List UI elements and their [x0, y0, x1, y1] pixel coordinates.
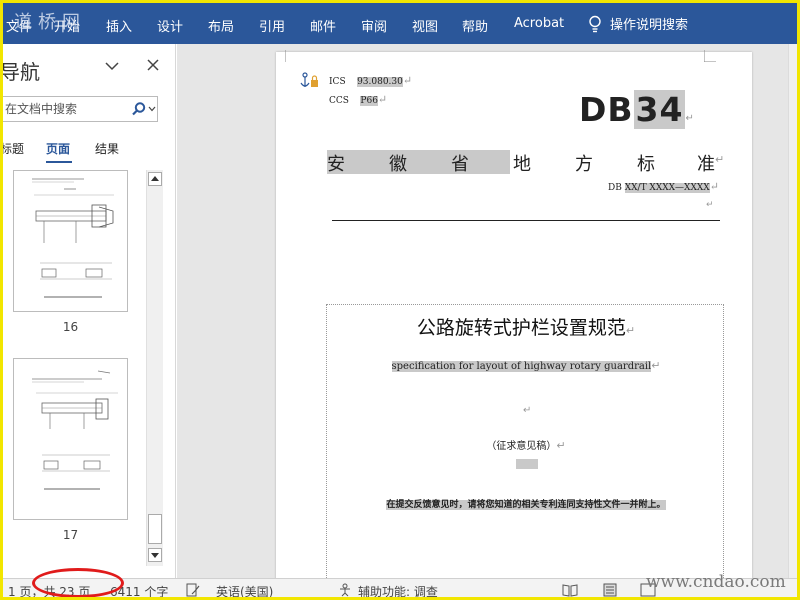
search-icon[interactable] [131, 101, 147, 117]
title-english: specification for layout of highway rota… [327, 359, 725, 372]
thumbnail-drawing [32, 178, 114, 298]
navigation-pane: 导航 标题 页面 结果 [0, 44, 176, 578]
search-input[interactable] [5, 100, 125, 118]
page-number-16: 16 [62, 320, 79, 334]
tab-view[interactable]: 视图 [412, 16, 438, 35]
tab-review[interactable]: 审阅 [361, 16, 387, 35]
notice-text: 在提交反馈意见时，请将您知道的相关专利连同支持性文件一并附上。 [386, 500, 666, 510]
std-prefix: DB [608, 183, 622, 193]
document-vertical-scrollbar[interactable] [788, 44, 800, 578]
page-thumbnail-16[interactable] [13, 170, 128, 312]
language-status[interactable]: 英语(美国) [216, 583, 273, 600]
nav-tabs: 标题 页面 结果 [0, 140, 176, 163]
scroll-up-button[interactable] [148, 172, 162, 186]
tab-pages[interactable]: 页面 [46, 140, 70, 157]
arrow-down-icon [151, 553, 159, 558]
ics-value: 93.080.30 [357, 77, 403, 87]
province-char: 准 [697, 154, 715, 175]
ccs-line: CCS P66↵ [329, 93, 387, 106]
tab-help[interactable]: 帮助 [462, 16, 488, 35]
ics-line: ICS 93.080.30↵ [329, 74, 412, 87]
active-tab-indicator [46, 161, 72, 163]
patent-notice: 在提交反馈意见时，请将您知道的相关专利连同支持性文件一并附上。 [327, 497, 725, 510]
tab-layout[interactable]: 布局 [208, 16, 234, 35]
arrow-up-icon [151, 176, 159, 181]
scroll-thumb[interactable] [148, 514, 162, 544]
tab-headings[interactable]: 标题 [0, 140, 24, 157]
accessibility-icon [340, 583, 350, 597]
site-watermark: www.cndao.com [646, 572, 786, 592]
tab-insert[interactable]: 插入 [106, 16, 132, 35]
tab-references[interactable]: 引用 [259, 16, 285, 35]
std-number: XX/T XXXX—XXXX [624, 183, 710, 193]
paragraph-mark: ↵ [651, 359, 661, 372]
ccs-label: CCS [329, 96, 349, 106]
thumbnail-drawing [32, 370, 118, 490]
db-prefix: DB [579, 90, 634, 129]
document-area: ICS 93.080.30↵ CCS P66↵ DB34 ↵ 安 徽 省 地 方 … [177, 44, 800, 578]
province-char: 安 [327, 154, 345, 175]
header-rule [332, 220, 720, 221]
province-char: 标 [637, 154, 655, 175]
province-char: 省 [451, 154, 469, 175]
print-layout-icon[interactable] [602, 583, 618, 597]
proofing-icon[interactable] [186, 583, 200, 597]
ribbon: 文件 开始 插入 设计 布局 引用 邮件 审阅 视图 帮助 Acrobat 操作… [0, 0, 800, 44]
title-cn-text: 公路旋转式护栏设置规范 [416, 317, 626, 339]
lightbulb-icon [589, 15, 601, 32]
nav-search-box [0, 96, 158, 122]
title-textbox[interactable]: 公路旋转式护栏设置规范↵ specification for layout of… [326, 304, 724, 578]
heading-highlight [327, 150, 510, 174]
paragraph-mark: ↵ [377, 93, 388, 106]
ccs-value: P66 [360, 96, 378, 106]
scroll-down-button[interactable] [148, 548, 162, 562]
paragraph-mark: ↵ [402, 74, 413, 87]
paragraph-mark: ↵ [715, 153, 725, 166]
province-char: 方 [575, 154, 593, 175]
db-code: DB34 ↵ [579, 90, 695, 129]
db-number: 34 [633, 90, 686, 129]
province-standard-heading: 安 徽 省 地 方 标 准 ↵ [327, 150, 724, 175]
accessibility-status[interactable]: 辅助功能: 调查 [358, 583, 438, 600]
page-thumbnail-17[interactable] [13, 358, 128, 520]
paragraph-mark: ↵ [706, 200, 714, 210]
paragraph-mark: ↵ [709, 180, 719, 193]
tell-me-search[interactable]: 操作说明搜索 [588, 14, 688, 33]
paragraph-mark: ↵ [556, 439, 566, 452]
tab-mailings[interactable]: 邮件 [310, 16, 336, 35]
thumbnail-scrollbar[interactable] [146, 170, 163, 566]
annotation-circle [32, 568, 124, 598]
paragraph-mark: ↵ [523, 405, 532, 416]
highlight-placeholder [516, 459, 538, 469]
draft-status: （征求意见稿）↵ [327, 437, 725, 452]
site-logo-watermark: 道桥网 [14, 12, 86, 33]
tab-design[interactable]: 设计 [157, 16, 183, 35]
tell-me-label: 操作说明搜索 [610, 18, 689, 33]
page-number-17: 17 [62, 528, 79, 542]
anchor-lock-icon [300, 72, 318, 87]
page-corner-mark [704, 50, 716, 62]
close-icon[interactable] [144, 56, 162, 74]
province-char: 地 [513, 154, 531, 175]
title-en-text: specification for layout of highway rota… [391, 361, 652, 372]
ics-label: ICS [329, 77, 346, 87]
paragraph-mark: ↵ [685, 113, 695, 124]
chevron-down-icon[interactable] [102, 58, 122, 74]
tab-acrobat[interactable]: Acrobat [514, 16, 564, 31]
province-char: 徽 [389, 154, 407, 175]
search-options-dropdown-icon[interactable] [148, 106, 156, 112]
page-thumbnails: 16 17 [0, 170, 145, 570]
document-title: 公路旋转式护栏设置规范↵ [327, 313, 725, 340]
document-page[interactable]: ICS 93.080.30↵ CCS P66↵ DB34 ↵ 安 徽 省 地 方 … [276, 50, 752, 578]
page-corner-mark [285, 50, 286, 62]
nav-title: 导航 [0, 60, 40, 84]
tab-results[interactable]: 结果 [95, 140, 119, 157]
standard-number: DB XX/T XXXX—XXXX↵ [608, 180, 719, 193]
paragraph-mark: ↵ [625, 324, 636, 337]
draft-text: （征求意见稿） [486, 441, 557, 452]
read-mode-icon[interactable] [562, 583, 578, 597]
